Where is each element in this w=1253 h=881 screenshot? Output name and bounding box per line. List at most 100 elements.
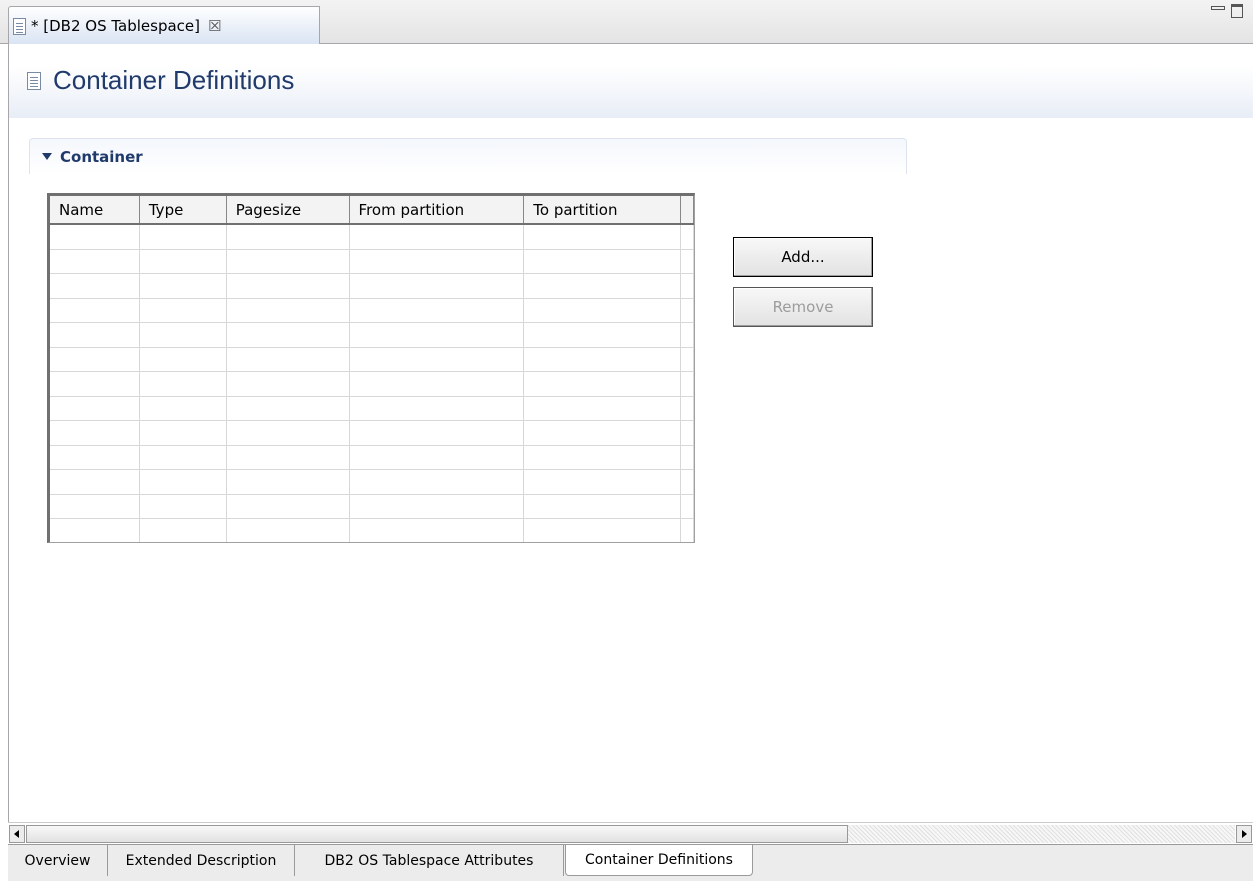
editor-tab[interactable]: * [DB2 OS Tablespace] ☒ [8, 6, 345, 46]
table-cell [50, 470, 140, 494]
table-cell [350, 519, 525, 542]
table-cell [50, 494, 140, 518]
table-cell [681, 494, 694, 518]
table-cell [681, 298, 694, 322]
table-row[interactable] [50, 421, 694, 446]
close-icon[interactable]: ☒ [208, 17, 221, 35]
tab-overview[interactable]: Overview [8, 845, 108, 876]
table-cell [524, 519, 682, 542]
table-cell [524, 421, 682, 445]
table-cell [227, 225, 350, 249]
table-cell [350, 274, 525, 298]
table-cell [350, 298, 525, 322]
column-header-from-partition[interactable]: From partition [350, 196, 525, 223]
table-cell [50, 421, 140, 445]
table-cell [681, 225, 694, 249]
table-cell [681, 396, 694, 420]
maximize-icon[interactable] [1231, 4, 1243, 18]
table-cell [227, 470, 350, 494]
editor-tab-title: * [DB2 OS Tablespace] [31, 17, 201, 35]
table-cell [350, 421, 525, 445]
table-cell [350, 396, 525, 420]
scroll-thumb[interactable] [26, 825, 848, 843]
tab-extended-description[interactable]: Extended Description [108, 845, 295, 876]
table-cell [681, 372, 694, 396]
table-cell [524, 372, 682, 396]
table-cell [681, 519, 694, 542]
table-row[interactable] [50, 298, 694, 323]
window-controls [1211, 4, 1243, 18]
table-cell [681, 274, 694, 298]
tab-db2-os-tablespace-attributes[interactable]: DB2 OS Tablespace Attributes [295, 845, 564, 876]
table-row[interactable] [50, 323, 694, 348]
table-cell [227, 274, 350, 298]
table-row[interactable] [50, 372, 694, 397]
table-row[interactable] [50, 396, 694, 421]
table-cell [681, 249, 694, 273]
table-cell [524, 494, 682, 518]
table-cell [524, 347, 682, 371]
table-row[interactable] [50, 445, 694, 470]
table-cell [50, 298, 140, 322]
table-cell [227, 249, 350, 273]
section-title: Container [60, 147, 143, 166]
table-cell [50, 225, 140, 249]
form-header: Container Definitions [8, 44, 1253, 118]
table-cell [350, 445, 525, 469]
table-cell [140, 421, 227, 445]
table-cell [524, 298, 682, 322]
table-cell [350, 347, 525, 371]
table-cell [681, 445, 694, 469]
page-title: Container Definitions [53, 65, 295, 95]
scroll-left-arrow-icon[interactable] [9, 825, 25, 843]
table-cell [227, 421, 350, 445]
table-cell [50, 372, 140, 396]
table-cell [350, 249, 525, 273]
table-cell [681, 323, 694, 347]
tab-container-definitions[interactable]: Container Definitions [565, 845, 753, 876]
table-cell [140, 396, 227, 420]
table-cell [524, 470, 682, 494]
table-cell [227, 396, 350, 420]
table-cell [227, 298, 350, 322]
table-cell [681, 421, 694, 445]
page-tabs: Overview Extended Description DB2 OS Tab… [8, 844, 1253, 881]
table-cell [227, 372, 350, 396]
column-header-pagesize[interactable]: Pagesize [227, 196, 350, 223]
scroll-track[interactable] [848, 825, 1235, 843]
table-row[interactable] [50, 249, 694, 274]
table-cell [50, 445, 140, 469]
table-cell [524, 445, 682, 469]
table-cell [140, 274, 227, 298]
add-button[interactable]: Add... [733, 237, 873, 277]
table-cell [524, 225, 682, 249]
table-row[interactable] [50, 274, 694, 299]
scroll-right-arrow-icon[interactable] [1236, 825, 1252, 843]
minimize-icon[interactable] [1211, 6, 1225, 10]
table-cell [227, 519, 350, 542]
expand-twistie-icon[interactable] [42, 153, 52, 160]
table-cell [350, 372, 525, 396]
table-cell [681, 347, 694, 371]
table-row[interactable] [50, 494, 694, 519]
table-cell [350, 470, 525, 494]
remove-button[interactable]: Remove [733, 287, 873, 327]
table-row[interactable] [50, 519, 694, 542]
table-cell [50, 274, 140, 298]
document-icon [13, 17, 26, 35]
table-row[interactable] [50, 225, 694, 250]
table-cell [50, 249, 140, 273]
table-cell [140, 225, 227, 249]
table-cell [140, 347, 227, 371]
horizontal-scrollbar[interactable] [8, 822, 1253, 844]
column-header-type[interactable]: Type [140, 196, 227, 223]
container-table[interactable]: Name Type Pagesize From partition To par… [47, 193, 695, 543]
table-cell [227, 494, 350, 518]
column-header-to-partition[interactable]: To partition [524, 196, 682, 223]
table-row[interactable] [50, 470, 694, 495]
table-body [50, 225, 694, 542]
table-cell [350, 494, 525, 518]
section-header-container[interactable]: Container [29, 138, 907, 174]
column-header-name[interactable]: Name [50, 196, 140, 223]
table-row[interactable] [50, 347, 694, 372]
